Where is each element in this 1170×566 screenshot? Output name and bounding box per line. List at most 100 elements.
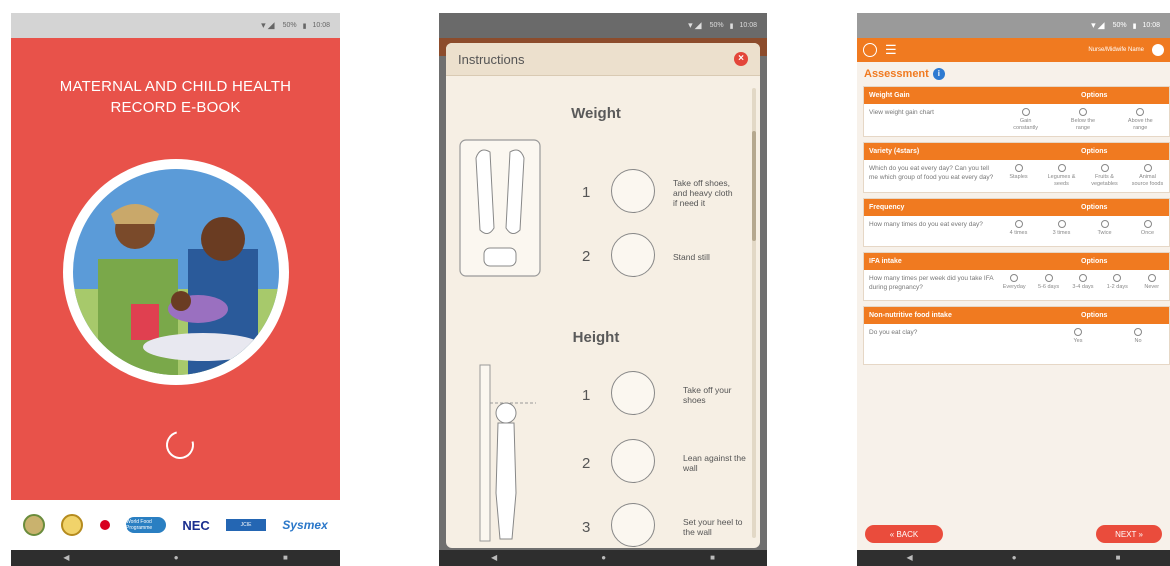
modal-scrollbar-thumb[interactable]: [752, 131, 756, 241]
option[interactable]: Gain constantly: [1009, 108, 1043, 132]
shoes-off-icon: [611, 371, 655, 415]
radio-icon[interactable]: [1074, 328, 1082, 336]
radio-icon[interactable]: [1147, 274, 1156, 282]
home-nav-icon[interactable]: ●: [1012, 554, 1017, 562]
option[interactable]: No: [1121, 328, 1155, 360]
radio-icon[interactable]: [1143, 164, 1152, 172]
status-bar: ▾◢ 50% ▮ 10:08: [857, 13, 1170, 38]
card-title: Weight Gain: [869, 92, 910, 99]
options-label: Options: [1081, 92, 1108, 99]
battery-level: 50%: [1112, 22, 1127, 29]
height-measure-illustration: [479, 364, 536, 542]
scale-feet-illustration: [459, 139, 541, 277]
instructions-modal: Instructions × Weight 1 Take off shoes, …: [446, 43, 760, 548]
weight-step2-number: 2: [582, 248, 591, 265]
radio-icon[interactable]: [1014, 220, 1023, 228]
hamburger-menu-icon[interactable]: ☰: [885, 42, 897, 58]
option[interactable]: 5-6 days: [1032, 274, 1066, 296]
assessment-screen: ▾◢ 50% ▮ 10:08 ☰ Nurse/Midwife Name Asse…: [857, 13, 1170, 566]
card-title: Variety (4stars): [869, 148, 920, 155]
option[interactable]: Yes: [1061, 328, 1095, 360]
option[interactable]: 4 times: [1002, 220, 1036, 242]
home-nav-icon[interactable]: ●: [174, 554, 179, 562]
lean-wall-icon: [611, 439, 655, 483]
splash-screen: ▾◢ 50% ▮ 10:08 MATERNAL AND CHILD HEALTH…: [11, 13, 340, 566]
options-group: Everyday 5-6 days 3-4 days 1-2 days Neve…: [997, 274, 1169, 296]
option[interactable]: Twice: [1088, 220, 1122, 242]
question-text: How many times per week did you take IFA…: [869, 275, 994, 291]
radio-icon[interactable]: [1100, 164, 1109, 172]
radio-icon[interactable]: [1100, 220, 1109, 228]
back-button[interactable]: « BACK: [865, 525, 943, 543]
option-label: Never: [1144, 284, 1160, 290]
app-bar: ☰ Nurse/Midwife Name: [857, 38, 1170, 62]
wfp-logo: World Food Programme: [126, 517, 167, 533]
options-group: 4 times 3 times Twice Once: [997, 220, 1169, 242]
page-title-text: Assessment: [864, 68, 929, 80]
radio-icon[interactable]: [1143, 220, 1152, 228]
recents-nav-icon[interactable]: ■: [283, 554, 288, 562]
radio-icon[interactable]: [1057, 164, 1066, 172]
card-title: Non-nutritive food intake: [869, 312, 952, 319]
option[interactable]: Once: [1131, 220, 1165, 242]
option[interactable]: 3 times: [1045, 220, 1079, 242]
options-label: Options: [1081, 148, 1108, 155]
option-label: 3-4 days: [1072, 284, 1094, 290]
option[interactable]: 1-2 days: [1100, 274, 1134, 296]
close-icon[interactable]: ×: [734, 52, 748, 66]
wifi-signal-icon: ▾◢: [688, 20, 704, 30]
back-nav-icon[interactable]: ◀: [907, 554, 913, 562]
next-button[interactable]: NEXT »: [1096, 525, 1162, 543]
card-body: Which do you eat every day? Can you tell…: [864, 160, 1169, 192]
assessment-card-non-nutritive-food: Non-nutritive food intake Options Do you…: [863, 306, 1170, 365]
height-step1-text: Take off your shoes: [683, 385, 732, 405]
question-text: Which do you eat every day? Can you tell…: [869, 165, 994, 181]
option[interactable]: Fruits & vegetables: [1088, 164, 1122, 188]
option[interactable]: Never: [1135, 274, 1169, 296]
radio-icon[interactable]: [1010, 274, 1019, 282]
ghana-health-service-icon: [61, 514, 84, 536]
user-avatar-icon[interactable]: [1152, 44, 1164, 56]
radio-icon[interactable]: [1021, 108, 1030, 116]
status-time: 10:08: [1142, 22, 1160, 29]
wifi-signal-icon: ▾◢: [261, 20, 277, 30]
radio-icon[interactable]: [1044, 274, 1053, 282]
status-time: 10:08: [312, 22, 330, 29]
option-label: 1-2 days: [1106, 284, 1128, 290]
option-label: 5-6 days: [1038, 284, 1060, 290]
back-nav-icon[interactable]: ◀: [63, 554, 69, 562]
radio-icon[interactable]: [1113, 274, 1122, 282]
info-icon[interactable]: i: [932, 68, 945, 80]
card-body: How many times per week did you take IFA…: [864, 270, 1169, 300]
options-label: Options: [1081, 312, 1108, 319]
instructions-screen: ▾◢ 50% ▮ 10:08 Instructions × Weight 1 T…: [439, 13, 767, 566]
card-body: How many times do you eat every day? 4 t…: [864, 216, 1169, 246]
option-label: 3 times: [1052, 230, 1071, 236]
recents-nav-icon[interactable]: ■: [710, 554, 715, 562]
loading-spinner-icon: [160, 425, 200, 465]
options-group: Gain constantly Below the range Above th…: [997, 108, 1169, 132]
option[interactable]: Above the range: [1123, 108, 1157, 132]
option[interactable]: Staples: [1002, 164, 1036, 188]
home-nav-icon[interactable]: ●: [601, 554, 606, 562]
user-name: Nurse/Midwife Name: [1088, 47, 1144, 53]
radio-icon[interactable]: [1078, 108, 1087, 116]
option[interactable]: Animal source foods: [1131, 164, 1165, 188]
battery-icon: ▮: [1132, 22, 1137, 30]
option-label: Animal source foods: [1131, 174, 1164, 187]
radio-icon[interactable]: [1057, 220, 1066, 228]
option[interactable]: Everyday: [997, 274, 1031, 296]
option[interactable]: 3-4 days: [1066, 274, 1100, 296]
radio-icon[interactable]: [1134, 328, 1142, 336]
back-nav-icon[interactable]: ◀: [491, 554, 497, 562]
radio-icon[interactable]: [1136, 108, 1145, 116]
option[interactable]: Below the range: [1066, 108, 1100, 132]
option-label: 4 times: [1009, 230, 1028, 236]
radio-icon[interactable]: [1014, 164, 1023, 172]
jcie-logo: JCIE: [226, 519, 267, 531]
radio-icon[interactable]: [1078, 274, 1087, 282]
question-text: View weight gain chart: [869, 109, 934, 116]
recents-nav-icon[interactable]: ■: [1116, 554, 1121, 562]
option[interactable]: Legumes & seeds: [1045, 164, 1079, 188]
battery-icon: ▮: [302, 22, 307, 30]
